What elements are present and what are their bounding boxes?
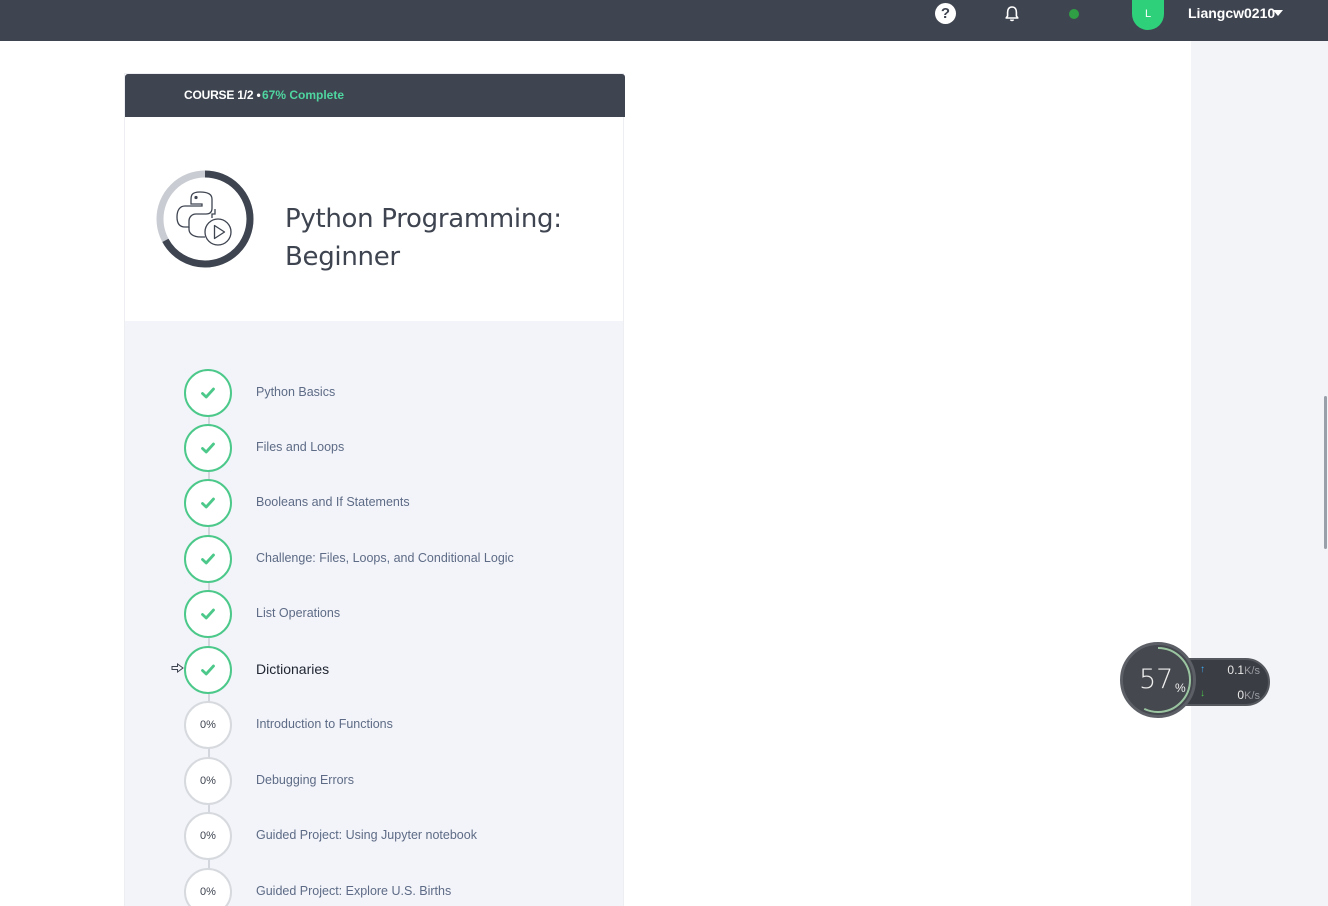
lesson-label: Booleans and If Statements [256,495,410,509]
check-icon [201,664,215,676]
lesson-item-challenge[interactable]: Challenge: Files, Loops, and Conditional… [125,535,623,585]
lesson-item-list-operations[interactable]: List Operations [125,590,623,640]
speed-unit: % [1175,681,1186,695]
lesson-progress-marker: 0% [184,701,232,749]
username[interactable]: Liangcw0210 [1188,5,1275,21]
upload-speed: 0.1K/s [1227,663,1260,677]
python-play-icon [156,170,254,268]
course-completion: 67% Complete [262,88,345,102]
course-card: COURSE 1/2 • 67% Complete Python Program… [124,73,625,906]
lesson-label: Challenge: Files, Loops, and Conditional… [256,551,514,565]
right-side-panel [1191,41,1328,906]
check-icon [201,608,215,620]
network-speed-widget[interactable]: 57 % ↑ 0.1K/s ↓ 0K/s [1120,642,1272,720]
lesson-label: Guided Project: Explore U.S. Births [256,884,452,898]
lesson-item-booleans[interactable]: Booleans and If Statements [125,479,623,529]
lesson-label-current: Dictionaries [256,661,330,677]
question-circle-icon[interactable]: ? [935,3,956,24]
lesson-progress-marker: 0% [184,812,232,860]
lesson-label: Introduction to Functions [256,717,393,731]
scrollbar-thumb[interactable] [1324,396,1327,549]
download-speed: 0K/s [1237,688,1260,702]
lesson-progress-marker: 0% [184,868,232,906]
lesson-item-dictionaries[interactable]: Dictionaries [125,646,623,696]
lesson-label: Guided Project: Using Jupyter notebook [256,828,477,842]
top-navigation-bar: ? L Liangcw0210 [0,0,1328,41]
upload-speed-unit: K/s [1244,665,1260,677]
check-icon [201,497,215,509]
online-status-indicator [1069,9,1079,19]
lesson-complete-marker [184,479,232,527]
lesson-complete-marker [184,590,232,638]
upload-arrow-icon: ↑ [1200,664,1205,675]
check-icon [201,553,215,565]
lesson-label: Python Basics [256,385,336,399]
lesson-item-births-project[interactable]: 0% Guided Project: Explore U.S. Births [125,868,623,906]
course-header: COURSE 1/2 • 67% Complete [125,74,625,117]
speed-gauge: 57 % [1120,642,1196,718]
lesson-complete-marker [184,535,232,583]
lesson-progress-marker: 0% [184,757,232,805]
lesson-label: Files and Loops [256,440,345,454]
caret-down-icon[interactable] [1273,10,1283,16]
lesson-complete-marker [184,646,232,694]
lesson-complete-marker [184,424,232,472]
speed-value: 57 [1139,664,1174,695]
current-lesson-arrow-icon [171,663,184,673]
avatar[interactable]: L [1132,0,1164,30]
download-arrow-icon: ↓ [1200,688,1205,699]
lesson-item-debugging[interactable]: 0% Debugging Errors [125,757,623,807]
course-hero: Python Programming: Beginner [125,117,623,321]
course-title[interactable]: Python Programming: Beginner [285,200,605,276]
check-icon [201,387,215,399]
lesson-item-python-basics[interactable]: Python Basics [125,369,623,419]
course-position-text: COURSE 1/2 [184,88,254,102]
upload-speed-value: 0.1 [1227,663,1245,677]
lesson-complete-marker [184,369,232,417]
lesson-item-files-and-loops[interactable]: Files and Loops [125,424,623,474]
lesson-item-jupyter-project[interactable]: 0% Guided Project: Using Jupyter noteboo… [125,812,623,862]
course-position: COURSE 1/2 • [184,88,261,102]
lesson-list: Python Basics Files and Loops Booleans a… [125,321,623,906]
course-separator: • [256,88,261,102]
lesson-label: List Operations [256,606,341,620]
download-speed-unit: K/s [1244,690,1260,702]
bell-icon[interactable] [1002,4,1022,24]
lesson-item-functions[interactable]: 0% Introduction to Functions [125,701,623,751]
check-icon [201,442,215,454]
lesson-label: Debugging Errors [256,773,354,787]
